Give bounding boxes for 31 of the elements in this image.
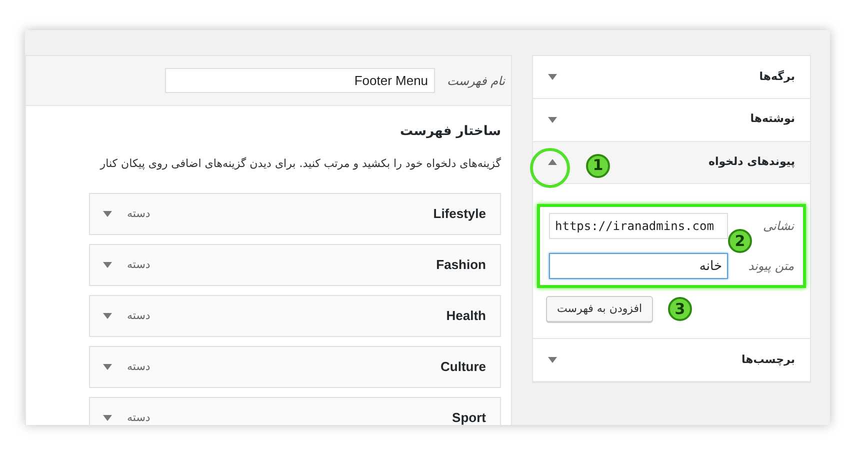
item-type: دسته	[127, 308, 150, 324]
number-badge: 1	[586, 154, 610, 178]
item-title: Sport	[452, 409, 486, 425]
number-badge: 2	[728, 229, 752, 254]
item-title: Lifestyle	[433, 205, 486, 224]
field-label: نشانی	[762, 218, 794, 236]
instruction-text: گزینه‌های دلخواه خود را بکشید و مرتب کنید. برای دیدن گزینه‌های اضافی روی پیکان کنار	[98, 156, 501, 172]
add-to-menu-button[interactable]: افزودن به فهرست	[546, 296, 654, 322]
caret-down-icon[interactable]	[103, 262, 112, 268]
item-title: Health	[446, 307, 486, 326]
field-label: نام فهرست	[447, 72, 505, 90]
menu-name-input[interactable]: Footer Menu	[165, 68, 436, 93]
caret-down-icon[interactable]	[103, 313, 112, 319]
field-label: متن پیوند	[748, 258, 794, 276]
item-title: Fashion	[436, 256, 486, 274]
caret-down-icon[interactable]	[548, 116, 557, 123]
item-type: دسته	[127, 206, 150, 222]
caret-down-icon[interactable]	[103, 415, 112, 421]
caret-down-icon[interactable]	[103, 364, 112, 370]
text-input[interactable]: خانه	[549, 253, 728, 280]
number-badge: 3	[668, 297, 692, 322]
item-type: دسته	[127, 256, 150, 273]
item-type: دسته	[127, 410, 150, 425]
caret-down-icon[interactable]	[548, 357, 557, 364]
section-heading: ساختار فهرست	[399, 123, 501, 141]
item-type: دسته	[127, 358, 150, 375]
text-input[interactable]: https://iranadmins.com	[549, 213, 728, 240]
caret-up-icon[interactable]	[548, 159, 557, 166]
item-title: Culture	[440, 358, 486, 376]
caret-down-icon[interactable]	[548, 74, 557, 80]
caret-down-icon[interactable]	[103, 211, 112, 217]
